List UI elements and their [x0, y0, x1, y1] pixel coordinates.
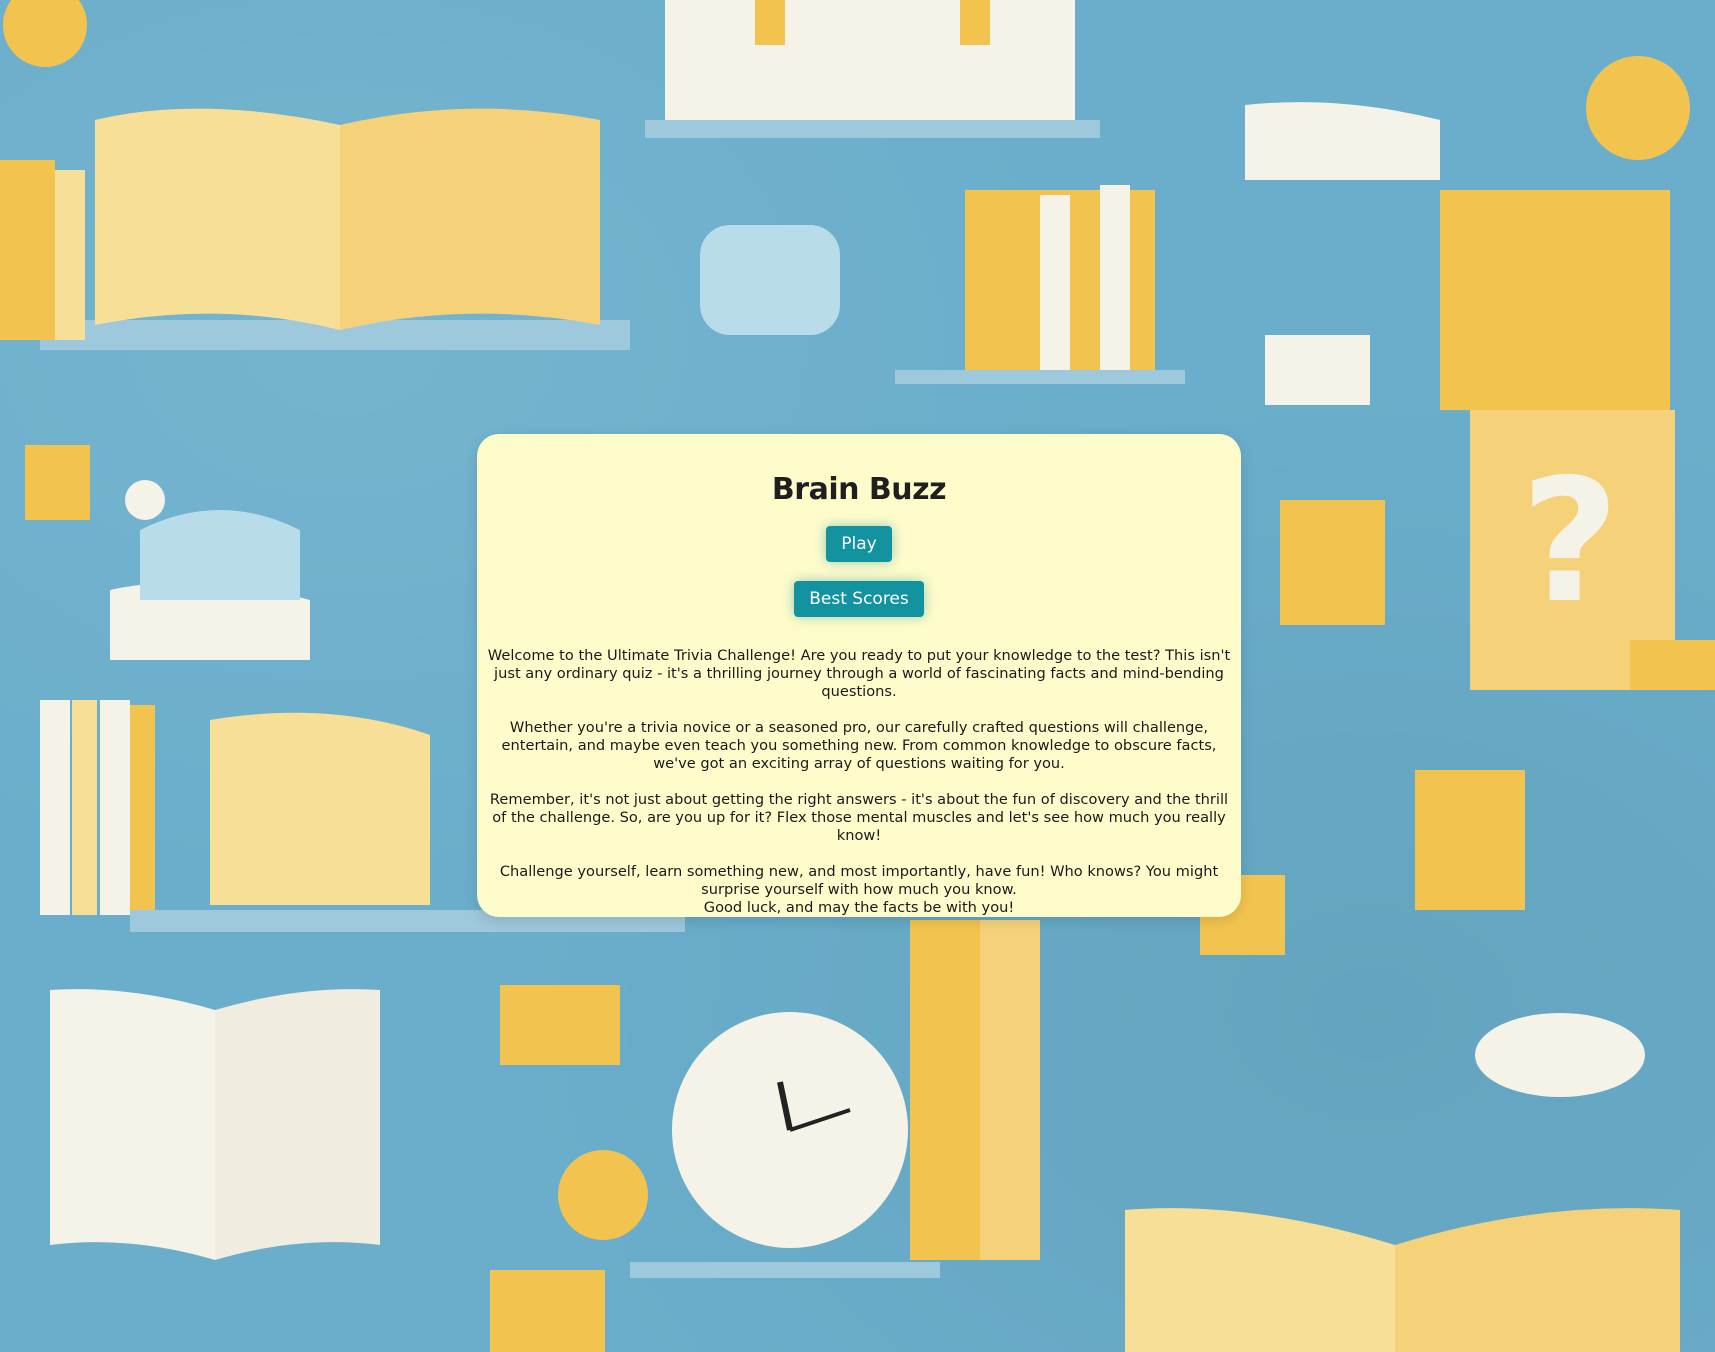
question-mark-decor: ?: [1521, 443, 1620, 641]
intro-paragraph: Challenge yourself, learn something new,…: [487, 863, 1231, 917]
intro-paragraph: Remember, it's not just about getting th…: [489, 791, 1229, 844]
closing-line: Good luck, and may the facts be with you…: [703, 899, 1015, 916]
intro-paragraph: Welcome to the Ultimate Trivia Challenge…: [487, 647, 1231, 700]
intro-paragraph: Whether you're a trivia novice or a seas…: [501, 719, 1217, 772]
best-scores-button-row: Best Scores: [477, 581, 1241, 617]
intro-text: Welcome to the Ultimate Trivia Challenge…: [487, 647, 1231, 917]
welcome-card: Brain Buzz Play Best Scores Welcome to t…: [477, 434, 1241, 917]
play-button[interactable]: Play: [826, 526, 892, 562]
page-title: Brain Buzz: [771, 472, 947, 507]
challenge-text: Challenge yourself, learn something new,…: [499, 863, 1219, 898]
best-scores-button[interactable]: Best Scores: [794, 581, 924, 617]
play-button-row: Play: [477, 526, 1241, 562]
